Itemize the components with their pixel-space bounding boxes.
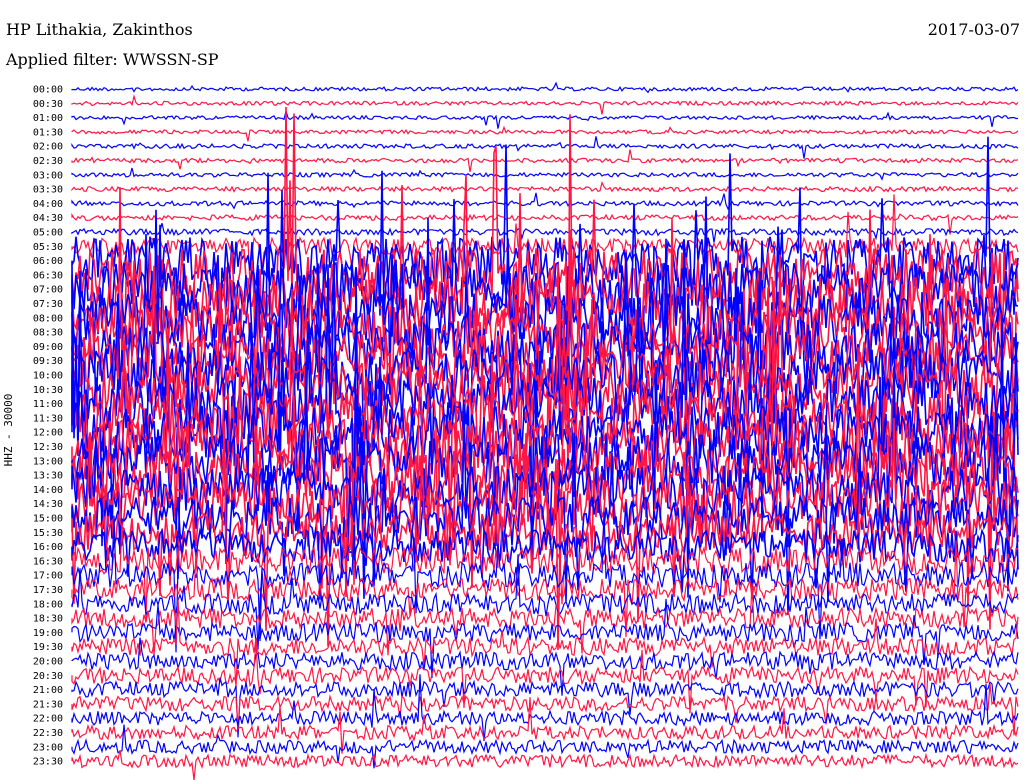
time-label: 19:30 [33, 642, 63, 653]
date-label: 2017-03-07 [927, 20, 1020, 39]
time-label: 12:30 [33, 442, 63, 453]
time-label: 18:30 [33, 614, 63, 625]
trace-group [71, 81, 1019, 780]
time-label: 15:00 [33, 514, 63, 525]
time-label: 14:00 [33, 485, 63, 496]
trace-line [71, 81, 1019, 94]
time-label: 11:30 [33, 413, 63, 424]
time-label: 13:30 [33, 471, 63, 482]
time-label: 07:00 [33, 285, 63, 296]
time-label: 20:00 [33, 657, 63, 668]
time-labels: 00:00 00:30 01:00 01:30 02:00 02:30 03:00 03:30… [33, 85, 63, 768]
time-label: 18:00 [33, 599, 63, 610]
trace-line [71, 212, 1019, 235]
time-label: 21:00 [33, 685, 63, 696]
time-label: 02:00 [33, 142, 63, 153]
trace-line [71, 192, 1019, 211]
time-label: 09:30 [33, 356, 63, 367]
time-label: 06:30 [33, 270, 63, 281]
time-label: 14:30 [33, 499, 63, 510]
time-label: 23:00 [33, 742, 63, 753]
time-label: 06:00 [33, 256, 63, 267]
time-label: 19:00 [33, 628, 63, 639]
time-label: 20:30 [33, 671, 63, 682]
time-label: 10:00 [33, 371, 63, 382]
time-label: 22:00 [33, 714, 63, 725]
trace-line [71, 136, 1019, 159]
time-label: 09:00 [33, 342, 63, 353]
time-label: 12:00 [33, 428, 63, 439]
time-label: 02:30 [33, 156, 63, 167]
trace-line [71, 167, 1019, 181]
time-label: 10:30 [33, 385, 63, 396]
time-label: 01:30 [33, 127, 63, 138]
time-label: 07:30 [33, 299, 63, 310]
time-label: 21:30 [33, 699, 63, 710]
time-label: 11:00 [33, 399, 63, 410]
trace-line [71, 641, 1019, 714]
time-label: 17:00 [33, 571, 63, 582]
trace-line [71, 222, 1019, 243]
time-label: 05:00 [33, 228, 63, 239]
trace-line [71, 94, 1019, 115]
time-label: 17:30 [33, 585, 63, 596]
trace-line [71, 750, 1019, 780]
time-label: 03:00 [33, 170, 63, 181]
seismogram-chart: 00:00 00:30 01:00 01:30 02:00 02:30 03:00 03:30… [33, 81, 1019, 780]
time-label: 04:00 [33, 199, 63, 210]
trace-line [71, 180, 1019, 193]
time-label: 23:30 [33, 757, 63, 768]
trace-line [71, 554, 1019, 650]
trace-line [71, 149, 1019, 173]
time-label: 08:30 [33, 328, 63, 339]
time-label: 04:30 [33, 213, 63, 224]
filter-label: Applied filter: WWSSN-SP [6, 50, 219, 69]
time-label: 03:30 [33, 185, 63, 196]
time-label: 05:30 [33, 242, 63, 253]
trace-line [71, 125, 1019, 142]
channel-axis-label: HHZ - 30000 [2, 393, 15, 467]
time-label: 15:30 [33, 528, 63, 539]
time-label: 00:00 [33, 85, 63, 96]
time-label: 00:30 [33, 99, 63, 110]
time-label: 22:30 [33, 728, 63, 739]
time-label: 16:30 [33, 556, 63, 567]
time-label: 01:00 [33, 113, 63, 124]
time-label: 16:00 [33, 542, 63, 553]
time-label: 08:00 [33, 313, 63, 324]
station-title: HP Lithakia, Zakinthos [6, 20, 193, 39]
trace-line [71, 108, 1018, 129]
time-label: 13:00 [33, 456, 63, 467]
